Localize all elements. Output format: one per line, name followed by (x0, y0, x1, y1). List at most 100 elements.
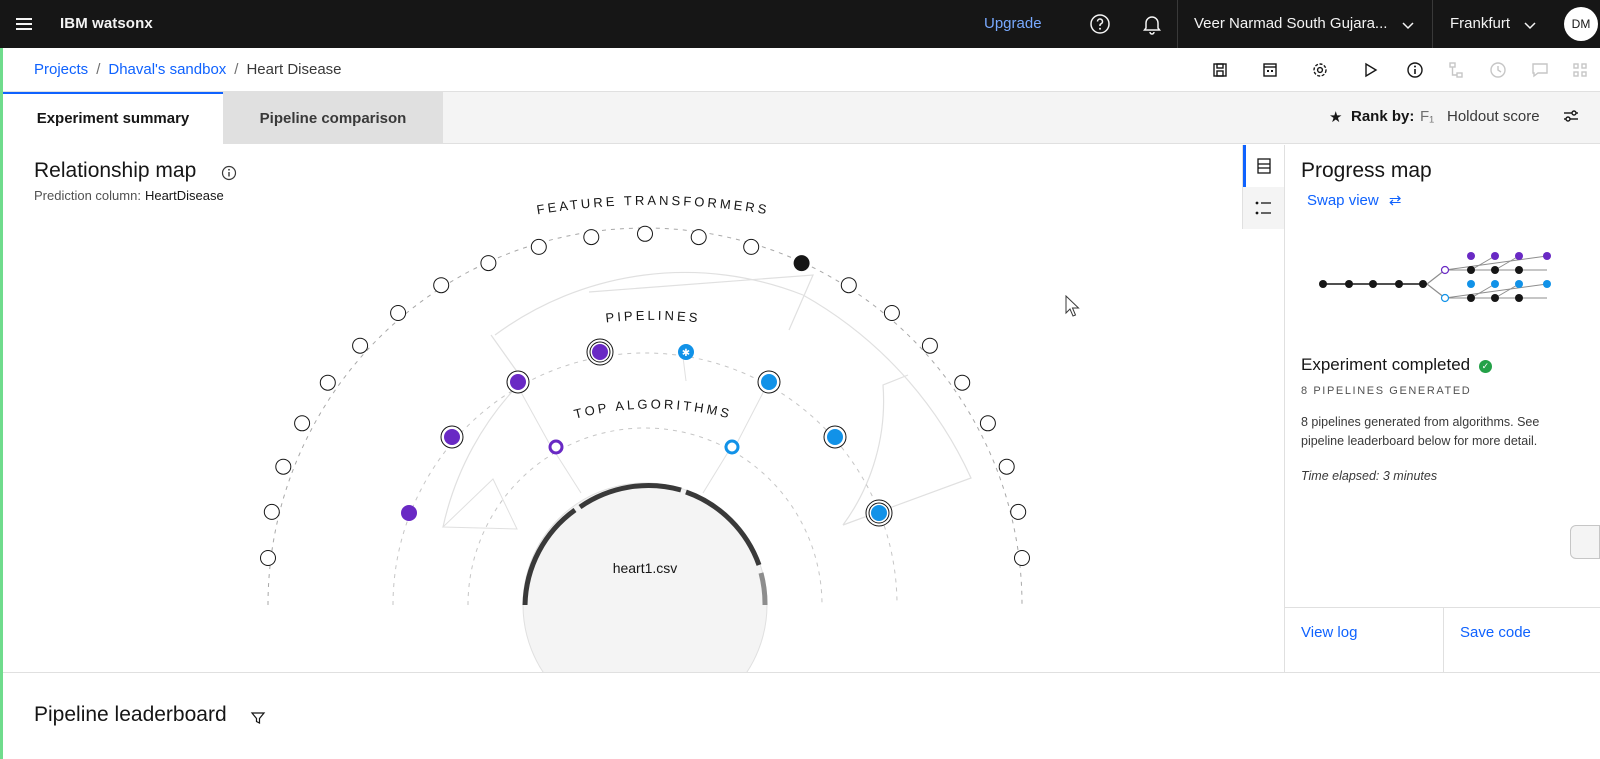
list-view-icon[interactable] (1243, 187, 1285, 229)
connector-line (702, 448, 731, 494)
pipeline-node-fill (827, 429, 843, 445)
view-log-button[interactable]: View log (1285, 608, 1443, 672)
account-switcher[interactable]: Veer Narmad South Gujara... (1194, 15, 1387, 32)
mouse-cursor-icon (1065, 294, 1081, 322)
hierarchy-icon (1444, 58, 1468, 82)
avatar[interactable]: DM (1564, 7, 1598, 41)
progress-map-panel: Progress map Swap view ⇄ Experiment comp… (1284, 145, 1600, 672)
feature-transformer-node[interactable] (979, 415, 996, 432)
connector-line (682, 356, 687, 382)
feature-transformer-node[interactable] (998, 458, 1015, 475)
time-elapsed: Time elapsed: 3 minutes (1301, 469, 1438, 483)
rank-score[interactable]: Holdout score (1447, 108, 1540, 125)
feature-transformer-node[interactable] (294, 415, 311, 432)
breadcrumb-sandbox[interactable]: Dhaval's sandbox (108, 61, 226, 78)
panel-view-icon[interactable] (1243, 145, 1285, 187)
pipelines-label: PIPELINES (605, 308, 702, 326)
apps-icon (1568, 58, 1592, 82)
feature-transformer-node[interactable] (1010, 503, 1027, 520)
algorithm-node-blue[interactable] (724, 439, 740, 455)
connector-line (552, 448, 582, 494)
feature-transformer-node[interactable] (793, 255, 810, 272)
region-switcher[interactable]: Frankfurt (1450, 15, 1510, 32)
algorithm-node-purple[interactable] (548, 439, 564, 455)
pipeline-leaderboard-title: Pipeline leaderboard (34, 703, 227, 726)
adjust-icon[interactable] (1561, 106, 1581, 130)
pipeline-node-fill (592, 344, 608, 360)
divider (1432, 0, 1433, 48)
experiment-status: Experiment completed ✓ (1301, 355, 1492, 375)
tab-bar: Experiment summary Pipeline comparison ★… (3, 92, 1600, 144)
brand-name[interactable]: IBM watsonx (60, 15, 153, 32)
feature-transformer-node[interactable] (637, 225, 653, 242)
settings-icon[interactable] (1308, 58, 1332, 82)
pipeline-node-fill (761, 374, 777, 390)
side-panel-handle[interactable] (1570, 525, 1600, 559)
breadcrumb-separator: / (96, 61, 101, 78)
history-icon (1486, 58, 1510, 82)
star-icon: ✱ (682, 348, 690, 359)
breadcrumb-projects[interactable]: Projects (34, 61, 88, 78)
info-icon[interactable] (1403, 58, 1427, 82)
wedge-outline (494, 271, 804, 336)
feature-transformer-node[interactable] (690, 229, 707, 246)
progress-tree (1319, 252, 1551, 303)
chevron-down-icon[interactable] (1396, 13, 1420, 37)
prediction-column-value: HeartDisease (144, 188, 224, 203)
feature-transformer-node[interactable] (263, 503, 280, 520)
pipeline-node[interactable] (401, 505, 417, 521)
relationship-map-canvas: FEATURE TRANSFORMERS PIPELINES TOP ALGOR… (260, 193, 1030, 672)
relationship-map-title: Relationship map (34, 159, 197, 182)
progress-map-title: Progress map (1301, 159, 1432, 182)
filter-icon[interactable] (250, 710, 266, 726)
notebook-icon[interactable] (1258, 58, 1282, 82)
upgrade-link[interactable]: Upgrade (984, 15, 1042, 32)
tab-experiment-summary[interactable]: Experiment summary (3, 92, 223, 144)
rank-metric[interactable]: F₁ (1420, 108, 1434, 125)
save-code-button[interactable]: Save code (1443, 608, 1600, 672)
connector-line (736, 384, 768, 444)
feature-transformer-node[interactable] (260, 550, 276, 566)
swap-view-label: Swap view (1307, 192, 1379, 209)
swap-view-link[interactable]: Swap view ⇄ (1307, 191, 1401, 209)
info-icon[interactable] (221, 165, 237, 181)
feature-transformer-node[interactable] (352, 337, 369, 354)
breadcrumb-bar: Projects / Dhaval's sandbox / Heart Disease (3, 48, 1600, 92)
connector-line (516, 384, 550, 444)
tab-pipeline-comparison[interactable]: Pipeline comparison (223, 92, 443, 144)
feature-transformer-node[interactable] (583, 229, 600, 246)
help-icon[interactable] (1088, 12, 1112, 36)
prediction-column-label: Prediction column: (34, 188, 141, 203)
progress-description: 8 pipelines generated from algorithms. S… (1301, 415, 1540, 448)
wedge-outline (442, 379, 524, 528)
feature-transformer-node[interactable] (954, 374, 971, 391)
wedge-outline (441, 478, 518, 530)
run-icon[interactable] (1358, 58, 1382, 82)
chevron-down-icon[interactable] (1518, 13, 1542, 37)
feature-transformer-node[interactable] (840, 277, 857, 294)
menu-icon[interactable] (12, 12, 36, 36)
comment-icon (1528, 58, 1552, 82)
star-icon: ★ (1329, 109, 1343, 126)
feature-transformer-node[interactable] (883, 305, 900, 321)
save-icon[interactable] (1208, 58, 1232, 82)
notification-icon[interactable] (1140, 12, 1164, 36)
feature-transformer-node[interactable] (530, 238, 547, 255)
top-algorithms-label: TOP ALGORITHMS (572, 396, 733, 421)
feature-transformer-node[interactable] (319, 374, 336, 391)
dataset-node[interactable] (522, 482, 768, 672)
pipeline-node-fill (510, 374, 526, 390)
view-toggle-group (1242, 145, 1285, 229)
feature-transformer-node[interactable] (1014, 550, 1030, 566)
feature-transformer-node[interactable] (390, 305, 407, 321)
feature-transformer-node[interactable] (275, 458, 292, 475)
feature-transformer-node[interactable] (433, 277, 450, 294)
feature-transformers-label: FEATURE TRANSFORMERS (535, 193, 770, 218)
progress-footer: View log Save code (1285, 607, 1600, 672)
feature-transformer-node[interactable] (921, 337, 938, 354)
wedge-outline (802, 294, 972, 526)
checkmark-icon: ✓ (1478, 360, 1492, 373)
pipeline-node-fill (444, 429, 460, 445)
feature-transformer-node[interactable] (480, 255, 497, 272)
feature-transformer-node[interactable] (743, 238, 760, 255)
